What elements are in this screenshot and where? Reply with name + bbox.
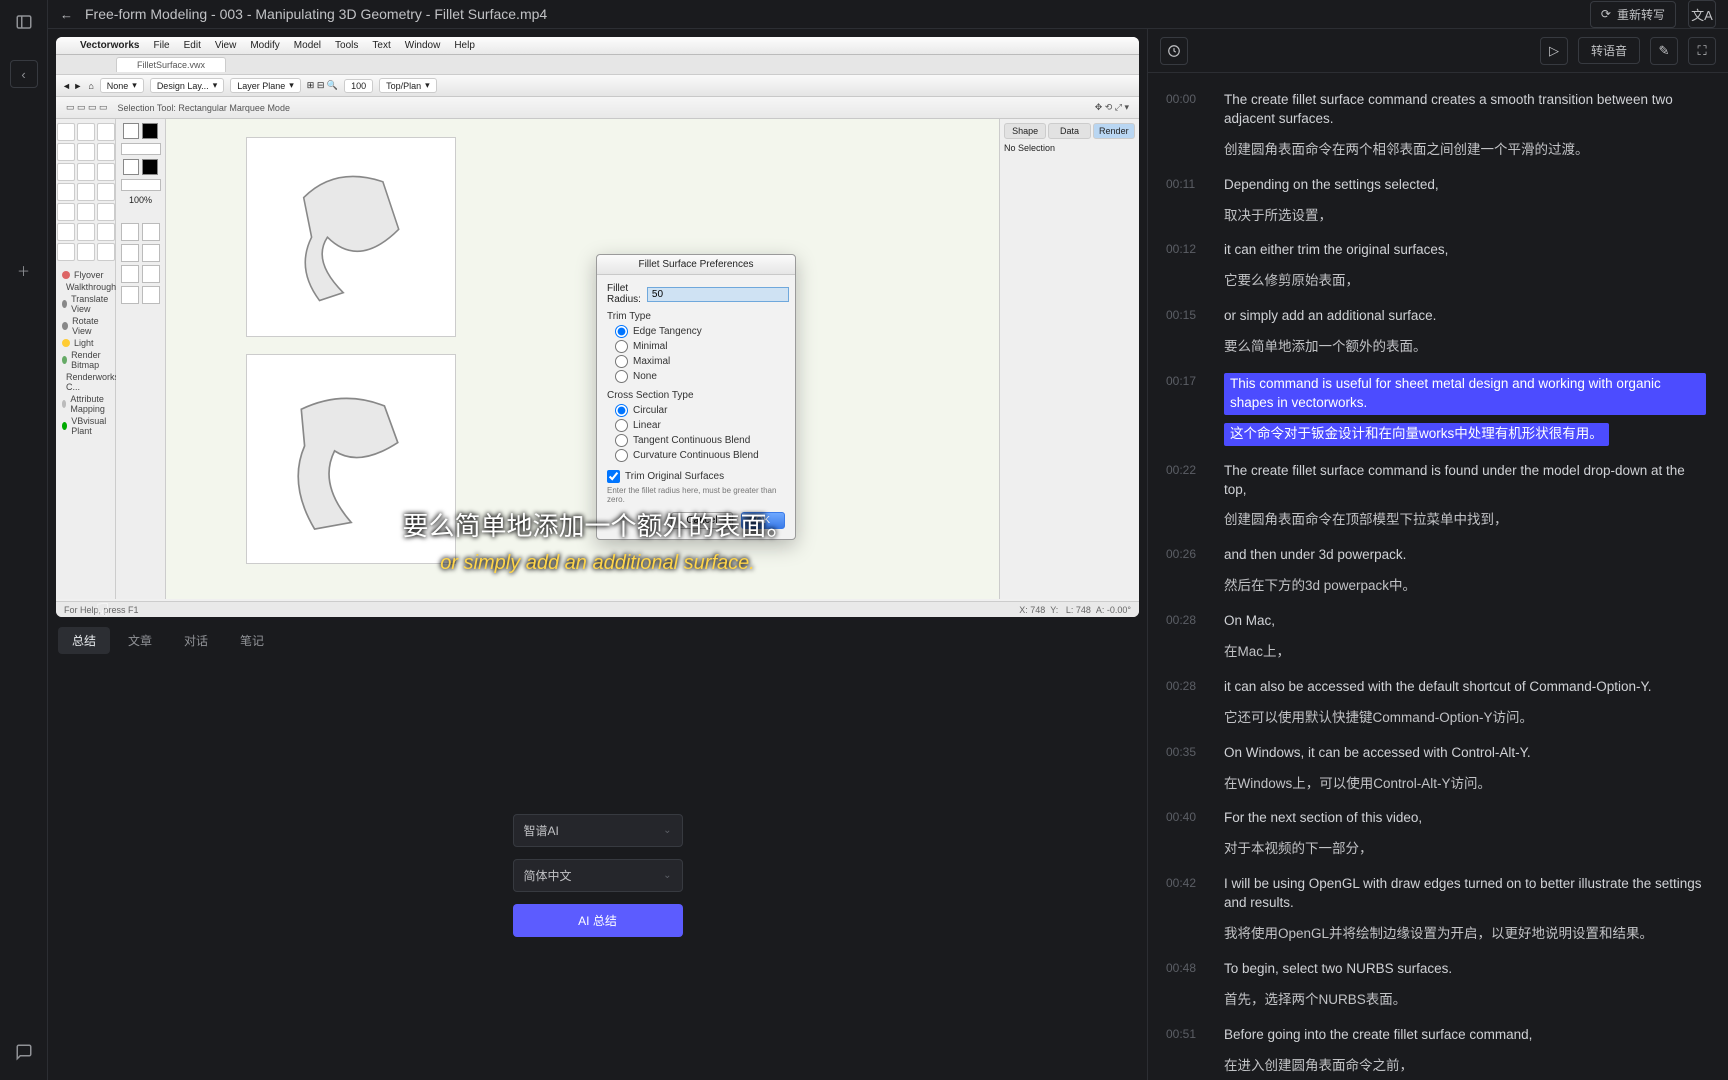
fillet-dialog: Fillet Surface Preferences Fillet Radius… <box>596 254 796 540</box>
line-cn: 然后在下方的3d powerpack中。 <box>1224 577 1706 596</box>
line-cn: 创建圆角表面命令在顶部模型下拉菜单中找到， <box>1224 511 1706 530</box>
line-en: Depending on the settings selected, <box>1224 176 1706 195</box>
transcript-segment[interactable]: 00:12 it can either trim the original sur… <box>1162 233 1710 299</box>
line-en: and then under 3d powerpack. <box>1224 546 1706 565</box>
transcript-segment[interactable]: 00:22 The create fillet surface command i… <box>1162 454 1710 539</box>
line-cn: 首先，选择两个NURBS表面。 <box>1224 991 1706 1010</box>
tab-summary[interactable]: 总结 <box>58 627 110 654</box>
timestamp: 00:40 <box>1166 809 1208 859</box>
line-cn: 它还可以使用默认快捷键Command-Option-Y访问。 <box>1224 709 1706 728</box>
nav-tree: Flyover Walkthrough Translate View Rotat… <box>56 265 115 599</box>
line-en: Before going into the create fillet surf… <box>1224 1026 1706 1045</box>
transcript-segment[interactable]: 00:40 For the next section of this video,… <box>1162 801 1710 867</box>
app-name: Vectorworks <box>80 40 139 51</box>
tab-dialogue[interactable]: 对话 <box>170 627 222 654</box>
sidebar-toggle-icon[interactable] <box>12 10 36 34</box>
ai-controls: 智谱AI⌄ 简体中文⌄ AI 总结 <box>513 814 683 937</box>
timestamp: 00:11 <box>1166 176 1208 226</box>
transcript-segment[interactable]: 00:28 On Mac, 在Mac上， <box>1162 604 1710 670</box>
page-title: Free-form Modeling - 003 - Manipulating … <box>85 6 547 22</box>
timestamp: 00:17 <box>1166 373 1208 446</box>
mac-menubar: Vectorworks File Edit View Modify Model … <box>56 37 1139 55</box>
rewrite-button[interactable]: ⟳重新转写 <box>1590 1 1676 28</box>
line-cn: 创建圆角表面命令在两个相邻表面之间创建一个平滑的过渡。 <box>1224 141 1706 160</box>
timestamp: 00:48 <box>1166 960 1208 1010</box>
transcript-segment[interactable]: 00:00 The create fillet surface command c… <box>1162 83 1710 168</box>
transcript-segment[interactable]: 00:51 Before going into the create fillet… <box>1162 1018 1710 1080</box>
transcript-segment[interactable]: 00:35 On Windows, it can be accessed with… <box>1162 736 1710 802</box>
transcript-toolbar: ▷ 转语音 ✎ ⛶ <box>1148 29 1728 73</box>
line-cn: 我将使用OpenGL并将绘制边缘设置为开启，以更好地说明设置和结果。 <box>1224 925 1706 944</box>
timestamp: 00:35 <box>1166 744 1208 794</box>
transcript-segment[interactable]: 00:15 or simply add an additional surface… <box>1162 299 1710 365</box>
line-cn: 取决于所选设置， <box>1224 207 1706 226</box>
expand-icon[interactable]: ⛶ <box>1688 37 1716 65</box>
timestamp: 00:42 <box>1166 875 1208 944</box>
subtitle-cn: 要么简单地添加一个额外的表面。 <box>56 506 1139 543</box>
line-en: it can either trim the original surfaces… <box>1224 241 1706 260</box>
line-en: For the next section of this video, <box>1224 809 1706 828</box>
video-player[interactable]: Vectorworks File Edit View Modify Model … <box>56 37 1139 617</box>
line-cn: 在Windows上，可以使用Control-Alt-Y访问。 <box>1224 775 1706 794</box>
vw-toolbar: ◄ ►⌂ None▾ Design Lay...▾ Layer Plane▾ ⊞… <box>56 75 1139 97</box>
line-en: This command is useful for sheet metal d… <box>1224 373 1706 415</box>
timestamp: 00:28 <box>1166 678 1208 728</box>
timestamp: 00:28 <box>1166 612 1208 662</box>
edit-icon[interactable]: ✎ <box>1650 37 1678 65</box>
add-icon[interactable]: ＋ <box>12 258 36 282</box>
line-en: it can also be accessed with the default… <box>1224 678 1706 697</box>
chevron-icon: ⌄ <box>663 825 671 836</box>
timestamp: 00:15 <box>1166 307 1208 357</box>
timestamp: 00:26 <box>1166 546 1208 596</box>
transcript-segment[interactable]: 00:28 it can also be accessed with the de… <box>1162 670 1710 736</box>
line-cn: 在进入创建圆角表面命令之前， <box>1224 1057 1706 1076</box>
line-en: I will be using OpenGL with draw edges t… <box>1224 875 1706 913</box>
collapse-icon[interactable]: ‹ <box>10 60 38 88</box>
translate-icon[interactable]: 文A <box>1688 0 1716 28</box>
transcript-segment[interactable]: 00:42 I will be using OpenGL with draw ed… <box>1162 867 1710 952</box>
tts-button[interactable]: 转语音 <box>1578 37 1640 64</box>
refresh-icon: ⟳ <box>1601 7 1611 21</box>
line-en: On Windows, it can be accessed with Cont… <box>1224 744 1706 763</box>
left-rail: ‹ ＋ <box>0 0 48 1080</box>
ai-summary-button[interactable]: AI 总结 <box>513 904 683 937</box>
timestamp: 00:00 <box>1166 91 1208 160</box>
tab-notes[interactable]: 笔记 <box>226 627 278 654</box>
line-cn: 它要么修剪原始表面， <box>1224 272 1706 291</box>
transcript-segment[interactable]: 00:11 Depending on the settings selected,… <box>1162 168 1710 234</box>
transcript-segment[interactable]: 00:17 This command is useful for sheet me… <box>1162 365 1710 454</box>
line-cn: 在Mac上， <box>1224 643 1706 662</box>
bottom-tabs: 总结 文章 对话 笔记 <box>48 617 1147 654</box>
clock-icon[interactable] <box>1160 37 1188 65</box>
line-cn: 对于本视频的下一部分， <box>1224 840 1706 859</box>
transcript-list[interactable]: 00:00 The create fillet surface command c… <box>1148 73 1728 1080</box>
language-select[interactable]: 简体中文⌄ <box>513 859 683 892</box>
subtitle-en: or simply add an additional surface. <box>56 552 1139 575</box>
back-button[interactable]: ← <box>60 7 73 22</box>
document-tab: FilletSurface.vwx <box>116 57 226 72</box>
timestamp: 00:22 <box>1166 462 1208 531</box>
line-en: The create fillet surface command create… <box>1224 91 1706 129</box>
tab-article[interactable]: 文章 <box>114 627 166 654</box>
chevron-icon: ⌄ <box>663 870 671 881</box>
line-en: The create fillet surface command is fou… <box>1224 462 1706 500</box>
chat-icon[interactable] <box>12 1040 36 1064</box>
ai-model-select[interactable]: 智谱AI⌄ <box>513 814 683 847</box>
status-bar: For Help, press F1 X: 748 Y: L: 748 A: -… <box>56 601 1139 617</box>
line-cn: 要么简单地添加一个额外的表面。 <box>1224 338 1706 357</box>
line-en: On Mac, <box>1224 612 1706 631</box>
line-en: or simply add an additional surface. <box>1224 307 1706 326</box>
timestamp: 00:51 <box>1166 1026 1208 1076</box>
topbar: ← Free-form Modeling - 003 - Manipulatin… <box>48 0 1728 29</box>
timestamp: 00:12 <box>1166 241 1208 291</box>
play-icon[interactable]: ▷ <box>1540 37 1568 65</box>
dialog-title: Fillet Surface Preferences <box>597 255 795 275</box>
mode-text: Selection Tool: Rectangular Marquee Mode <box>118 103 290 113</box>
transcript-segment[interactable]: 00:26 and then under 3d powerpack. 然后在下方的3… <box>1162 538 1710 604</box>
line-cn: 这个命令对于钣金设计和在向量works中处理有机形状很有用。 <box>1224 423 1609 446</box>
fillet-radius-input[interactable] <box>647 287 789 302</box>
video-frame: Vectorworks File Edit View Modify Model … <box>56 37 1139 617</box>
transcript-segment[interactable]: 00:48 To begin, select two NURBS surfaces… <box>1162 952 1710 1018</box>
line-en: To begin, select two NURBS surfaces. <box>1224 960 1706 979</box>
